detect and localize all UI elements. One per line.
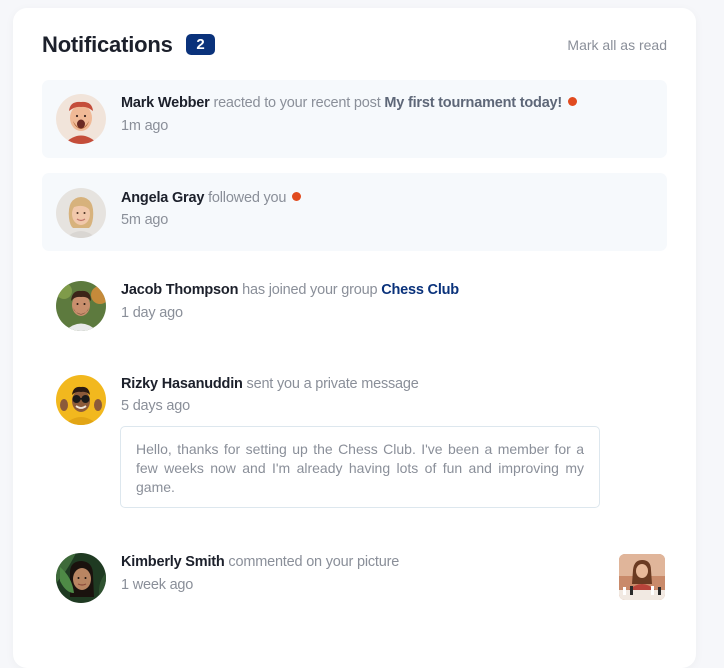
notification-item[interactable]: Kimberly Smith commented on your picture… xyxy=(42,538,667,616)
unread-count-badge: 2 xyxy=(186,34,215,55)
action-text: has joined your group xyxy=(242,282,378,298)
avatar[interactable] xyxy=(56,281,106,331)
header: Notifications 2 Mark all as read xyxy=(42,30,667,60)
timestamp: 1 week ago xyxy=(121,577,194,593)
private-message[interactable]: Hello, thanks for setting up the Chess C… xyxy=(120,426,600,508)
timestamp: 1 day ago xyxy=(121,305,183,321)
user-name[interactable]: Rizky Hasanuddin xyxy=(121,376,243,392)
avatar[interactable] xyxy=(56,188,106,238)
commented-picture[interactable] xyxy=(619,554,665,600)
post-link[interactable]: My first tournament today! xyxy=(384,95,562,111)
avatar[interactable] xyxy=(56,553,106,603)
user-name[interactable]: Mark Webber xyxy=(121,95,210,111)
timestamp: 1m ago xyxy=(121,118,169,134)
page-title: Notifications xyxy=(42,32,173,57)
notification-item[interactable]: Jacob Thompson has joined your group Che… xyxy=(42,266,667,344)
notifications-card: Notifications 2 Mark all as read Mark We… xyxy=(13,8,696,668)
action-text: reacted to your recent post xyxy=(213,95,381,111)
user-name[interactable]: Jacob Thompson xyxy=(121,282,238,298)
user-name[interactable]: Kimberly Smith xyxy=(121,554,225,570)
avatar[interactable] xyxy=(56,94,106,144)
timestamp: 5 days ago xyxy=(121,398,190,414)
unread-dot xyxy=(292,192,302,201)
action-text: commented on your picture xyxy=(228,554,400,570)
notification-item[interactable]: Mark Webber reacted to your recent post … xyxy=(42,80,667,158)
timestamp: 5m ago xyxy=(121,212,169,228)
unread-dot xyxy=(568,97,578,106)
notification-item[interactable]: Angela Gray followed you 5m ago xyxy=(42,173,667,251)
user-name[interactable]: Angela Gray xyxy=(121,190,204,206)
avatar[interactable] xyxy=(56,375,106,425)
action-text: followed you xyxy=(208,190,287,206)
mark-all-as-read-button[interactable]: Mark all as read xyxy=(567,37,667,53)
action-text: sent you a private message xyxy=(246,376,419,392)
group-link[interactable]: Chess Club xyxy=(381,282,459,298)
